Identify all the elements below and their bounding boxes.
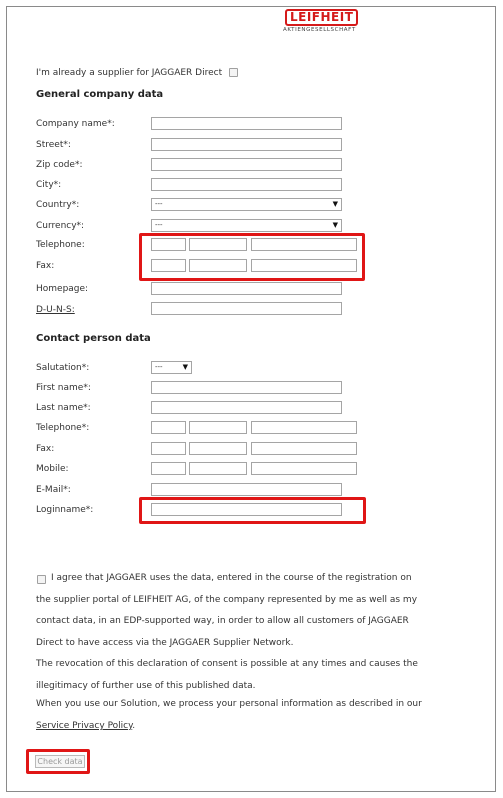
loginname-label: Loginname*: xyxy=(36,505,94,515)
mobile-number-input[interactable] xyxy=(251,462,357,475)
contact-telephone-number-input[interactable] xyxy=(251,421,357,434)
contact-fax-country-code-input[interactable] xyxy=(151,442,186,455)
consent-line-2: the supplier portal of LEIFHEIT AG, of t… xyxy=(36,594,418,605)
salutation-select-value: --- xyxy=(155,363,163,371)
city-label: City*: xyxy=(36,180,62,190)
logo-subtitle: AKTIENGESELLSCHAFT xyxy=(283,27,356,33)
privacy-suffix: . xyxy=(132,721,136,731)
contact-telephone-area-code-input[interactable] xyxy=(189,421,247,434)
consent-line-5: The revocation of this declaration of co… xyxy=(36,659,418,669)
homepage-input[interactable] xyxy=(151,282,342,295)
mobile-label: Mobile: xyxy=(36,464,69,474)
street-input[interactable] xyxy=(151,138,342,151)
contact-fax-area-code-input[interactable] xyxy=(189,442,247,455)
mobile-area-code-input[interactable] xyxy=(189,462,247,475)
country-label: Country*: xyxy=(36,200,80,210)
chevron-down-icon: ▼ xyxy=(332,221,338,229)
salutation-label: Salutation*: xyxy=(36,363,90,373)
email-input[interactable] xyxy=(151,483,342,496)
city-input[interactable] xyxy=(151,178,342,191)
chevron-down-icon: ▼ xyxy=(182,363,188,371)
country-select[interactable]: --- ▼ xyxy=(151,198,342,211)
telephone-label: Telephone: xyxy=(36,240,85,250)
first-name-label: First name*: xyxy=(36,383,91,393)
currency-select-value: --- xyxy=(155,221,163,229)
last-name-label: Last name*: xyxy=(36,403,91,413)
consent-text: I agree that JAGGAER uses the data, ente… xyxy=(36,568,456,697)
currency-label: Currency*: xyxy=(36,221,85,231)
company-name-label: Company name*: xyxy=(36,119,115,129)
supplier-checkbox[interactable] xyxy=(229,68,238,77)
company-name-input[interactable] xyxy=(151,117,342,130)
loginname-highlight xyxy=(139,497,366,524)
phone-fax-highlight xyxy=(139,233,365,281)
chevron-down-icon: ▼ xyxy=(332,200,338,208)
consent-line-1: I agree that JAGGAER uses the data, ente… xyxy=(51,573,412,583)
duns-link[interactable]: D-U-N-S: xyxy=(36,305,75,315)
contact-fax-number-input[interactable] xyxy=(251,442,357,455)
company-heading: General company data xyxy=(36,89,164,100)
first-name-input[interactable] xyxy=(151,381,342,394)
contact-telephone-country-code-input[interactable] xyxy=(151,421,186,434)
privacy-link-line: Service Privacy Policy. xyxy=(36,720,456,732)
check-data-highlight xyxy=(26,749,90,774)
consent-line-3: contact data, in an EDP-supported way, i… xyxy=(36,616,409,626)
mobile-country-code-input[interactable] xyxy=(151,462,186,475)
leifheit-logo: LEIFHEIT AKTIENGESELLSCHAFT xyxy=(283,9,393,33)
homepage-label: Homepage: xyxy=(36,284,89,294)
consent-line-6: illegitimacy of further use of this publ… xyxy=(36,680,256,691)
email-label: E-Mail*: xyxy=(36,485,71,495)
salutation-select[interactable]: --- ▼ xyxy=(151,361,192,374)
contact-telephone-label: Telephone*: xyxy=(36,423,90,433)
privacy-text: When you use our Solution, we process yo… xyxy=(36,698,456,710)
consent-line-4: Direct to have access via the JAGGAER Su… xyxy=(36,637,294,648)
contact-heading: Contact person data xyxy=(36,333,151,344)
supplier-check-label: I'm already a supplier for JAGGAER Direc… xyxy=(36,68,223,78)
contact-fax-label: Fax: xyxy=(36,444,55,454)
privacy-policy-link[interactable]: Service Privacy Policy xyxy=(36,721,132,731)
last-name-input[interactable] xyxy=(151,401,342,414)
duns-input[interactable] xyxy=(151,302,342,315)
logo-brand: LEIFHEIT xyxy=(285,9,359,26)
privacy-line: When you use our Solution, we process yo… xyxy=(36,699,422,709)
zip-label: Zip code*: xyxy=(36,160,83,170)
currency-select[interactable]: --- ▼ xyxy=(151,219,342,232)
zip-input[interactable] xyxy=(151,158,342,171)
street-label: Street*: xyxy=(36,140,71,150)
fax-label: Fax: xyxy=(36,261,55,271)
country-select-value: --- xyxy=(155,200,163,208)
